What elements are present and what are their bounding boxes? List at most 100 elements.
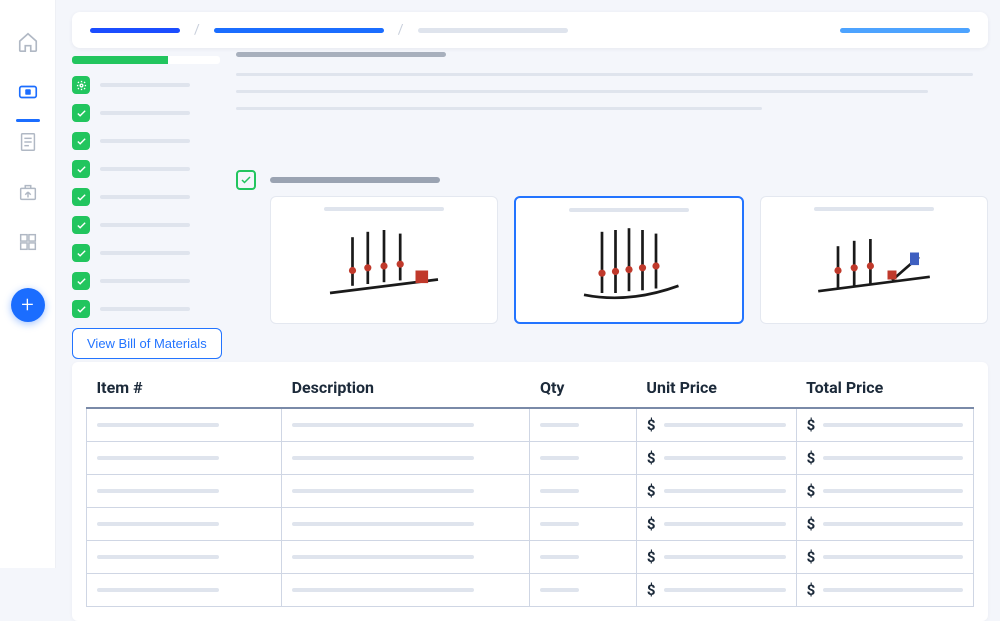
cell-item [97,423,219,427]
cell-desc [292,423,474,427]
table-row: $ $ [87,541,974,574]
cell-unit-price [664,522,786,526]
currency-symbol: $ [647,515,656,533]
page-title [236,52,446,57]
breadcrumb-bar: / / [72,12,988,48]
manifold-thumbnail [530,220,728,312]
currency-symbol: $ [807,581,816,599]
currency-symbol: $ [647,449,656,467]
view-bom-button[interactable]: View Bill of Materials [72,328,222,359]
option-card-3[interactable] [760,196,988,324]
cell-total-price [823,588,963,592]
check-icon [72,188,90,206]
checklist-item[interactable] [72,188,222,206]
page-subline-3 [236,107,762,110]
cell-desc [292,588,474,592]
breadcrumb-sep: / [194,22,200,38]
check-icon [72,132,90,150]
cell-unit-price [664,588,786,592]
check-icon [72,244,90,262]
th-unit-price: Unit Price [636,372,796,408]
currency-symbol: $ [647,416,656,434]
cell-item [97,588,219,592]
cell-unit-price [664,456,786,460]
currency-symbol: $ [807,515,816,533]
page-subline-2 [236,90,928,93]
module-icon [17,81,39,107]
card-title [324,207,444,211]
document-icon [17,131,39,157]
cell-qty [540,456,578,460]
breadcrumb-crumb-3[interactable] [418,28,568,33]
rail-module[interactable] [14,80,42,108]
table-row: $ $ [87,574,974,607]
option-cards [270,196,988,324]
check-icon [72,104,90,122]
currency-symbol: $ [647,548,656,566]
card-title [569,208,689,212]
table-row: $ $ [87,475,974,508]
cell-total-price [823,423,963,427]
check-icon [72,272,90,290]
checklist-item[interactable] [72,272,222,290]
cell-desc [292,456,474,460]
add-button[interactable]: + [11,288,45,322]
cell-unit-price [664,423,786,427]
option-card-2[interactable] [514,196,744,324]
rail-export[interactable] [14,180,42,208]
breadcrumb-action[interactable] [840,28,970,33]
cell-desc [292,489,474,493]
currency-symbol: $ [807,548,816,566]
cell-desc [292,555,474,559]
th-qty: Qty [530,372,636,408]
checklist-item[interactable] [72,104,222,122]
checklist-label [100,279,190,283]
checklist-item[interactable] [72,160,222,178]
th-description: Description [282,372,530,408]
checklist-label [100,111,190,115]
cell-qty [540,555,578,559]
cell-total-price [823,456,963,460]
cell-unit-price [664,555,786,559]
th-item: Item # [87,372,282,408]
cell-qty [540,522,578,526]
checklist-label [100,307,190,311]
table-row: $ $ [87,508,974,541]
option-card-1[interactable] [270,196,498,324]
section-checkbox[interactable] [236,170,256,190]
checklist-label [100,83,190,87]
card-title [814,207,934,211]
table-row: $ $ [87,442,974,475]
section-head [236,170,440,190]
currency-symbol: $ [807,482,816,500]
progress-fill [72,56,168,64]
checklist-item[interactable] [72,132,222,150]
section-title [270,177,440,183]
bom-tbody: $ $ $ $ $ $ [87,408,974,607]
gear-icon [72,76,90,94]
currency-symbol: $ [647,482,656,500]
breadcrumb-crumb-2[interactable] [214,28,384,33]
checklist-item[interactable] [72,244,222,262]
currency-symbol: $ [807,449,816,467]
cell-qty [540,423,578,427]
cell-total-price [823,522,963,526]
table-row: $ $ [87,408,974,442]
checklist-label [100,139,190,143]
checklist-item[interactable] [72,76,222,94]
bom-table: Item # Description Qty Unit Price Total … [86,372,974,607]
cell-total-price [823,555,963,559]
cell-item [97,489,219,493]
breadcrumb-crumb-1[interactable] [90,28,180,33]
cell-unit-price [664,489,786,493]
export-icon [17,181,39,207]
check-icon [72,160,90,178]
checklist-item[interactable] [72,300,222,318]
checklist-label [100,195,190,199]
checklist-item[interactable] [72,216,222,234]
rail-home[interactable] [14,30,42,58]
rail-apps[interactable] [14,230,42,258]
plus-icon: + [21,293,33,318]
bom-table-container: Item # Description Qty Unit Price Total … [72,362,988,621]
rail-document[interactable] [14,130,42,158]
